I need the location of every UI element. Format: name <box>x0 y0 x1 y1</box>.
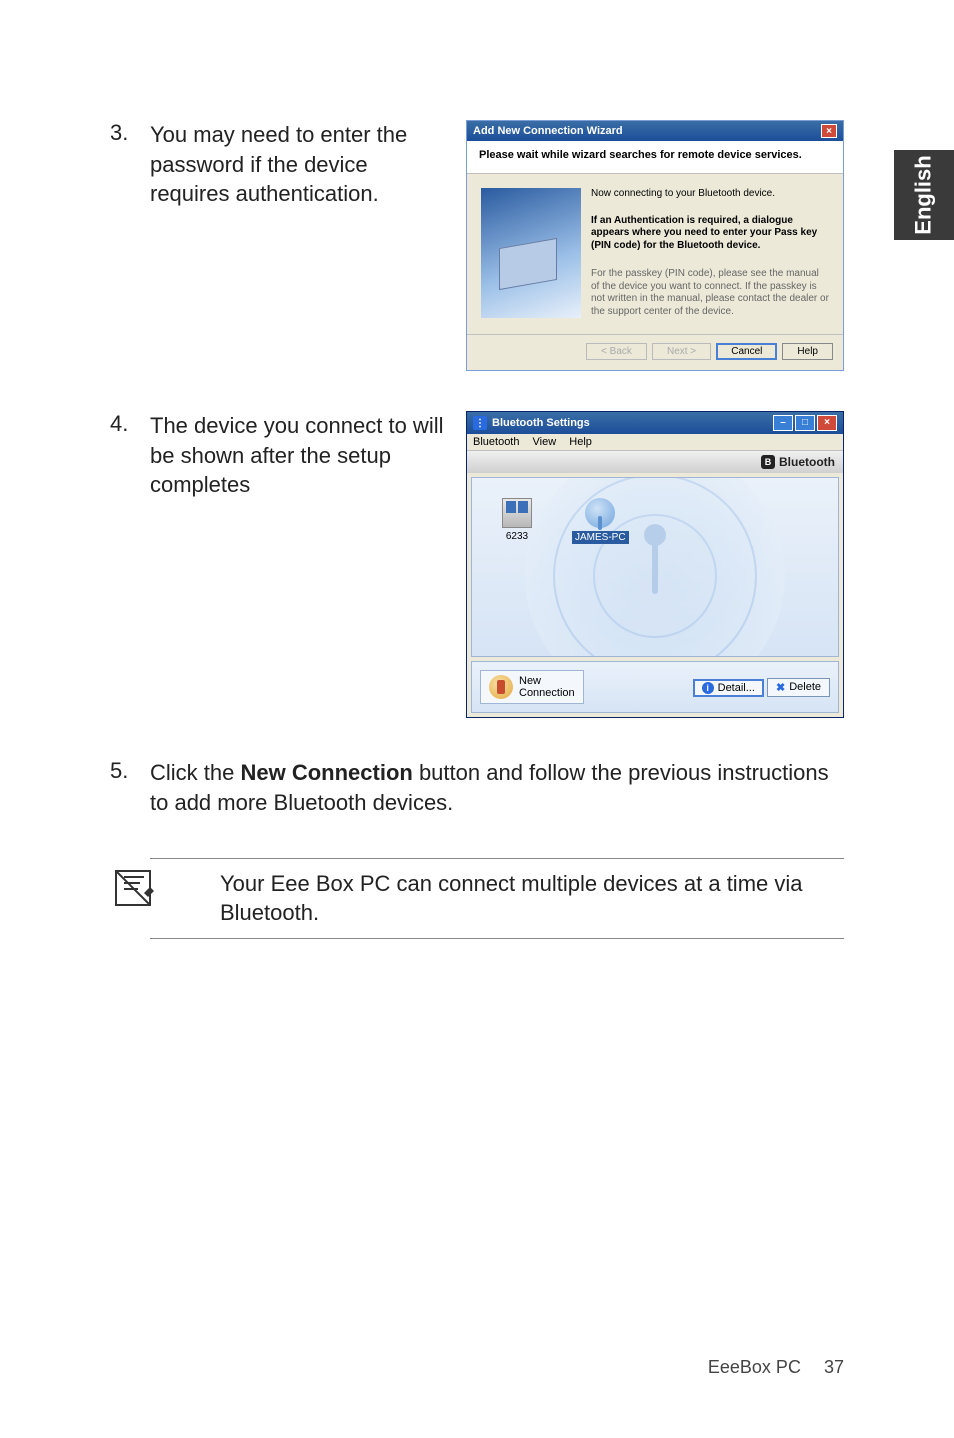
menu-view[interactable]: View <box>533 436 557 448</box>
new-connection-button[interactable]: New Connection <box>480 670 584 704</box>
step-text: The device you connect to will be shown … <box>150 411 446 500</box>
step-number: 4. <box>110 411 150 718</box>
wizard-header: Please wait while wizard searches for re… <box>479 149 802 161</box>
bts-title: Bluetooth Settings <box>492 417 590 429</box>
bts-brandbar: B Bluetooth <box>467 451 843 473</box>
step-number: 5. <box>110 758 150 817</box>
bluetooth-logo-icon: B <box>761 455 775 469</box>
close-icon[interactable]: × <box>817 415 837 431</box>
delete-icon: ✖ <box>776 681 785 694</box>
step-text: Click the New Connection button and foll… <box>150 758 844 817</box>
bluetooth-settings-screenshot: ⋮ Bluetooth Settings – □ × Bluetooth Vie… <box>466 411 844 718</box>
bts-device-area: 6233 JAMES-PC <box>471 477 839 657</box>
footer-product: EeeBox PC <box>708 1357 801 1377</box>
note-text: Your Eee Box PC can connect multiple dev… <box>220 871 803 926</box>
step-5: 5. Click the New Connection button and f… <box>110 758 844 817</box>
cancel-button[interactable]: Cancel <box>716 343 777 360</box>
wizard-titlebar: Add New Connection Wizard × <box>467 121 843 141</box>
wizard-status: Now connecting to your Bluetooth device. <box>591 188 829 201</box>
menu-bluetooth[interactable]: Bluetooth <box>473 436 519 448</box>
bluetooth-icon: ⋮ <box>473 416 487 430</box>
wizard-illustration <box>481 188 581 318</box>
bts-menubar: Bluetooth View Help <box>467 434 843 451</box>
note-icon <box>110 865 156 911</box>
minimize-icon[interactable]: – <box>773 415 793 431</box>
newconn-line1: New <box>519 675 541 687</box>
detail-button[interactable]: i Detail... <box>693 679 764 697</box>
menu-help[interactable]: Help <box>569 436 592 448</box>
wizard-title: Add New Connection Wizard <box>473 125 623 137</box>
wizard-buttons: < Back Next > Cancel Help <box>467 334 843 370</box>
phone-icon <box>502 498 532 528</box>
step-text: You may need to enter the password if th… <box>150 120 446 209</box>
newconn-line2: Connection <box>519 687 575 699</box>
bts-titlebar: ⋮ Bluetooth Settings – □ × <box>467 412 843 434</box>
wizard-fineprint: For the passkey (PIN code), please see t… <box>591 268 829 318</box>
note-block: Your Eee Box PC can connect multiple dev… <box>110 858 844 939</box>
step-number: 3. <box>110 120 150 371</box>
wizard-screenshot: Add New Connection Wizard × Please wait … <box>466 120 844 371</box>
device-6233[interactable]: 6233 <box>502 498 532 542</box>
step-4: 4. The device you connect to will be sho… <box>110 411 844 718</box>
footer-page: 37 <box>824 1357 844 1377</box>
next-button: Next > <box>652 343 711 360</box>
page-footer: EeeBox PC 37 <box>708 1357 844 1378</box>
device-label: 6233 <box>502 531 532 542</box>
help-button[interactable]: Help <box>782 343 833 360</box>
maximize-icon[interactable]: □ <box>795 415 815 431</box>
info-icon: i <box>702 682 714 694</box>
radar-graphic <box>525 477 785 657</box>
wizard-auth-text: If an Authentication is required, a dial… <box>591 215 829 253</box>
back-button: < Back <box>586 343 647 360</box>
device-label: JAMES-PC <box>572 531 629 544</box>
step-3: 3. You may need to enter the password if… <box>110 120 844 371</box>
close-icon[interactable]: × <box>821 124 837 138</box>
new-connection-icon <box>489 675 513 699</box>
computer-icon <box>585 498 615 528</box>
device-james-pc[interactable]: JAMES-PC <box>572 498 629 544</box>
delete-button[interactable]: ✖ Delete <box>767 678 830 697</box>
